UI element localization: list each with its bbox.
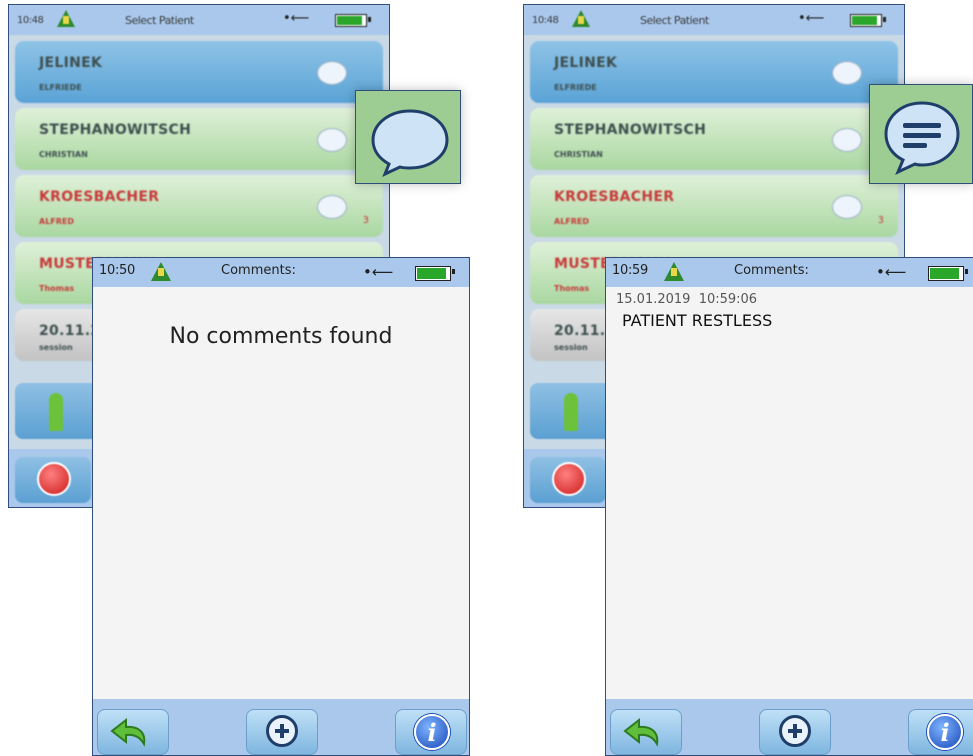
dialog-status-bar: 10:50 Comments: •⟵: [93, 258, 469, 287]
patient-last-name: KROESBACHER: [39, 189, 160, 205]
empty-comment-bubble-icon: [371, 109, 449, 177]
info-icon: i: [927, 714, 963, 750]
comment-bubble-icon[interactable]: [317, 61, 347, 85]
patient-row[interactable]: JELINEK ELFRIEDE: [15, 41, 383, 103]
power-icon: [37, 462, 71, 496]
session-label: session: [554, 343, 588, 352]
patient-first-name: ELFRIEDE: [39, 83, 82, 92]
green-up-arrow-icon: [564, 393, 578, 431]
add-icon: [779, 715, 811, 747]
warning-icon: [572, 10, 590, 27]
status-time: 10:48: [532, 14, 559, 26]
session-label: session: [39, 343, 73, 352]
comment-icon-zoom-callout: [869, 84, 973, 184]
add-comment-button[interactable]: [759, 709, 831, 755]
scroll-up-button[interactable]: [530, 383, 614, 439]
info-icon: i: [414, 714, 450, 750]
power-icon: [552, 462, 586, 496]
dialog-title: Comments:: [221, 263, 296, 278]
patient-first-name: Thomas: [39, 284, 75, 293]
comment-entry[interactable]: 15.01.2019 10:59:06 PATIENT RESTLESS: [616, 292, 916, 344]
power-button[interactable]: [530, 457, 606, 503]
back-arrow-icon: [623, 717, 659, 747]
warning-icon: [664, 262, 684, 281]
patient-last-name: JELINEK: [554, 55, 618, 71]
battery-icon: [850, 14, 886, 27]
status-time: 10:59: [612, 263, 648, 278]
patient-last-name: STEPHANOWITSCH: [554, 122, 707, 138]
patient-first-name: Thomas: [554, 284, 590, 293]
back-button[interactable]: [97, 709, 169, 755]
comments-dialog: 10:59 Comments: •⟵ 15.01.2019 10:59:06 P…: [605, 257, 973, 756]
warning-icon: [57, 10, 75, 27]
add-comment-button[interactable]: [246, 709, 318, 755]
patient-row[interactable]: KROESBACHER ALFRED 3: [15, 175, 383, 237]
info-button[interactable]: i: [395, 709, 467, 755]
comment-icon-zoom-callout: [355, 90, 461, 184]
screen-title: Select Patient: [125, 13, 194, 27]
patient-last-name: JELINEK: [39, 55, 103, 71]
patient-first-name: ALFRED: [554, 217, 590, 226]
warning-icon: [151, 262, 171, 281]
status-time: 10:48: [17, 14, 44, 26]
battery-icon: [415, 266, 455, 281]
usb-icon: •⟵: [876, 263, 907, 281]
back-arrow-icon: [110, 717, 146, 747]
battery-icon: [335, 14, 371, 27]
battery-icon: [928, 266, 968, 281]
patient-row[interactable]: KROESBACHER ALFRED 3: [530, 175, 898, 237]
patient-row[interactable]: STEPHANOWITSCH CHRISTIAN: [15, 108, 383, 170]
status-bar: 10:48 Select Patient •⟵: [524, 5, 904, 35]
patient-first-name: ALFRED: [39, 217, 75, 226]
patient-first-name: CHRISTIAN: [554, 150, 603, 159]
status-time: 10:50: [99, 263, 135, 278]
comment-bubble-icon[interactable]: [832, 195, 862, 219]
comment-bubble-icon[interactable]: [317, 195, 347, 219]
back-button[interactable]: [610, 709, 682, 755]
patient-row[interactable]: JELINEK ELFRIEDE: [530, 41, 898, 103]
scroll-up-button[interactable]: [15, 383, 99, 439]
patient-last-name: STEPHANOWITSCH: [39, 122, 192, 138]
patient-first-name: CHRISTIAN: [39, 150, 88, 159]
comment-bubble-icon[interactable]: [832, 128, 862, 152]
empty-comments-message: No comments found: [169, 324, 393, 349]
comment-count: 3: [362, 215, 369, 226]
patient-last-name: KROESBACHER: [554, 189, 675, 205]
comment-bubble-icon[interactable]: [317, 128, 347, 152]
power-button[interactable]: [15, 457, 91, 503]
info-button[interactable]: i: [908, 709, 973, 755]
usb-icon: •⟵: [363, 263, 394, 281]
comment-count: 3: [877, 215, 884, 226]
comment-text: PATIENT RESTLESS: [622, 311, 773, 330]
screen-title: Select Patient: [640, 13, 709, 27]
usb-icon: •⟵: [283, 11, 310, 26]
dialog-title: Comments:: [734, 263, 809, 278]
dialog-status-bar: 10:59 Comments: •⟵: [606, 258, 973, 287]
add-icon: [266, 715, 298, 747]
status-bar: 10:48 Select Patient •⟵: [9, 5, 389, 35]
green-up-arrow-icon: [49, 393, 63, 431]
patient-first-name: ELFRIEDE: [554, 83, 597, 92]
patient-row[interactable]: STEPHANOWITSCH CHRISTIAN: [530, 108, 898, 170]
comment-with-text-icon: [884, 101, 960, 176]
comments-dialog: 10:50 Comments: •⟵ No comments found i: [92, 257, 470, 756]
comment-bubble-icon[interactable]: [832, 61, 862, 85]
dialog-toolbar: i: [606, 699, 973, 755]
dialog-toolbar: i: [93, 699, 469, 755]
usb-icon: •⟵: [798, 11, 825, 26]
comment-timestamp: 15.01.2019 10:59:06: [616, 292, 758, 307]
